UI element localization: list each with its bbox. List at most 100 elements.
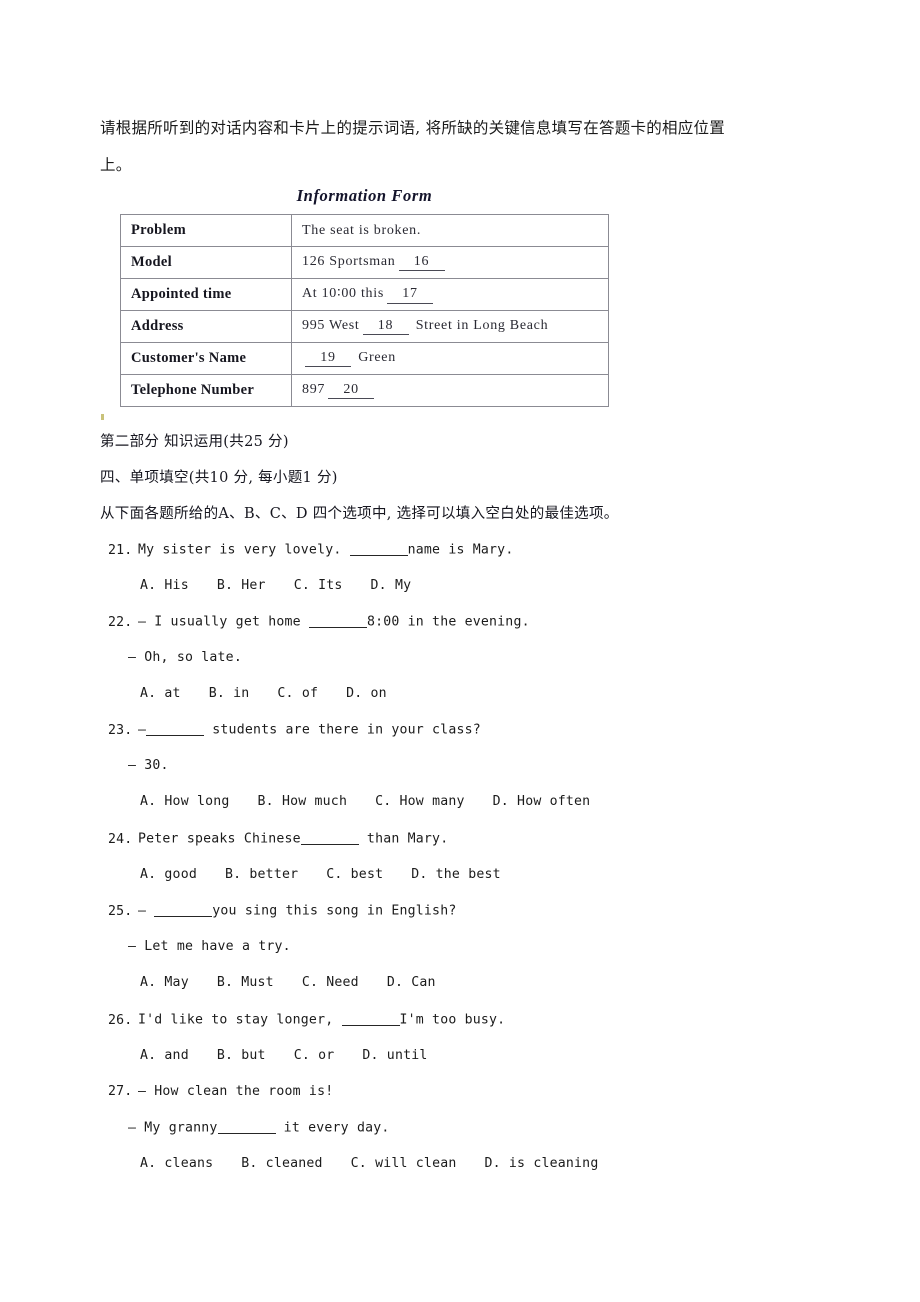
value-text-after-blank: Street in Long Beach [411, 317, 549, 333]
option-choice[interactable]: A. good [140, 867, 197, 882]
question-text-before-blank: My sister is very lovely. [138, 542, 350, 558]
option-choice[interactable]: A. and [140, 1048, 189, 1063]
reply-text-before-blank: — My granny [128, 1120, 218, 1136]
value-text-before-blank: The seat is broken. [302, 222, 422, 238]
information-form-row-label: Customer's Name [120, 342, 292, 375]
option-choice[interactable]: B. in [209, 686, 250, 701]
question-text-before-blank: — [138, 722, 147, 738]
question-options-row: A. at B. in C. of D. on [140, 686, 387, 701]
option-choice[interactable]: D. on [346, 686, 387, 701]
question-stem: 23. — students are there in your class? [108, 722, 481, 738]
information-form-row-label: Appointed time [120, 278, 292, 311]
question-number: 27. [108, 1084, 133, 1099]
question-number: 25. [108, 903, 133, 919]
question-stem: 21. My sister is very lovely. name is Mar… [108, 542, 513, 558]
information-form-row-value: 19 Green [291, 342, 609, 375]
answer-blank-underline [308, 614, 367, 628]
question-stem: 22. — I usually get home 8:00 in the even… [108, 614, 530, 630]
option-choice[interactable]: C. Its [294, 578, 343, 593]
option-choice[interactable]: B. cleaned [241, 1156, 322, 1171]
answer-blank-number: 18 [362, 318, 409, 336]
option-choice[interactable]: A. at [140, 686, 181, 701]
option-choice[interactable]: B. but [217, 1048, 266, 1063]
answer-blank-underline [154, 903, 213, 917]
information-form-row-value: At 10∶00 this 17 [291, 278, 609, 311]
answer-blank-number: 19 [305, 350, 351, 368]
option-choice[interactable]: B. Her [217, 578, 266, 593]
option-choice[interactable]: B. better [225, 867, 298, 882]
scan-artifact-mark [101, 414, 104, 420]
information-form-row-label: Problem [120, 214, 292, 247]
option-choice[interactable]: A. May [140, 975, 189, 990]
information-form-row-label: Model [120, 246, 292, 279]
listening-instruction-paragraph: 请根据所听到的对话内容和卡片上的提示词语, 将所缺的关键信息填写在答题卡的相应位… [100, 119, 725, 174]
information-form-row-value: 995 West 18 Street in Long Beach [291, 310, 609, 343]
option-choice[interactable]: B. Must [217, 975, 274, 990]
reply-text-after-blank: it every day. [275, 1120, 390, 1136]
option-choice[interactable]: D. My [371, 578, 412, 593]
answer-blank-number: 20 [328, 382, 375, 400]
question-number: 22. [108, 614, 133, 630]
answer-blank-underline [341, 1012, 400, 1026]
information-form-row: Address 995 West 18 Street in Long Beach [120, 310, 609, 343]
question-text-after-blank: name is Mary. [407, 542, 514, 558]
question-options-row: A. cleans B. cleaned C. will clean D. is cl… [140, 1156, 598, 1171]
answer-blank-number: 16 [398, 254, 445, 272]
section-heading-part-four: 四、单项填空(共10 分, 每小题1 分) [100, 470, 338, 486]
information-form-row-value: 897 20 [291, 374, 609, 407]
question-text-before-blank: Peter speaks Chinese [138, 831, 301, 847]
reply-text: — Let me have a try. [128, 939, 291, 954]
section-heading-part-two: 第二部分 知识运用(共25 分) [100, 434, 289, 450]
question-text-before-blank: — I usually get home [138, 614, 309, 630]
question-options-row: A. His B. Her C. Its D. My [140, 578, 411, 593]
question-number: 21. [108, 542, 133, 558]
question-reply-line: — Oh, so late. [128, 650, 242, 665]
option-choice[interactable]: A. cleans [140, 1156, 213, 1171]
answer-blank-number: 17 [386, 286, 433, 304]
option-choice[interactable]: D. How often [493, 794, 591, 809]
value-text-before-blank: 897 [302, 381, 326, 397]
reply-text: — Oh, so late. [128, 650, 242, 665]
question-text-after-blank: you sing this song in English? [212, 903, 457, 919]
question-options-row: A. good B. better C. best D. the best [140, 867, 501, 882]
question-text-before-blank: — How clean the room is! [138, 1084, 334, 1099]
information-form-row: Problem The seat is broken. [120, 214, 609, 247]
option-choice[interactable]: C. best [326, 867, 383, 882]
option-choice[interactable]: A. How long [140, 794, 230, 809]
option-choice[interactable]: B. How much [258, 794, 348, 809]
information-form-row: Customer's Name 19 Green [120, 342, 609, 375]
answer-blank-underline [349, 542, 408, 556]
value-text-before-blank: At 10∶00 this [302, 286, 384, 302]
question-stem: 25. — you sing this song in English? [108, 903, 456, 919]
question-options-row: A. and B. but C. or D. until [140, 1048, 428, 1063]
option-choice[interactable]: D. Can [387, 975, 436, 990]
information-form-row-label: Telephone Number [120, 374, 292, 407]
option-choice[interactable]: C. will clean [351, 1156, 457, 1171]
information-form-row: Appointed time At 10∶00 this 17 [120, 278, 609, 311]
option-choice[interactable]: C. or [294, 1048, 335, 1063]
information-form-table: Problem The seat is broken. Model 126 Sport… [120, 214, 609, 407]
reply-text: — 30. [128, 758, 169, 773]
question-text-after-blank: I'm too busy. [399, 1012, 506, 1028]
question-number: 23. [108, 722, 133, 738]
question-text-after-blank: than Mary. [358, 831, 449, 847]
answer-blank-underline [146, 722, 205, 736]
option-choice[interactable]: C. of [277, 686, 318, 701]
option-choice[interactable]: C. Need [302, 975, 359, 990]
question-text-before-blank: — [138, 903, 155, 919]
question-number: 24. [108, 831, 133, 847]
question-stem: 24. Peter speaks Chinese than Mary. [108, 831, 448, 847]
option-choice[interactable]: D. until [362, 1048, 427, 1063]
option-choice[interactable]: A. His [140, 578, 189, 593]
value-text-before-blank: 995 West [302, 317, 360, 333]
information-form-row-value: The seat is broken. [291, 214, 609, 247]
option-choice[interactable]: C. How many [375, 794, 465, 809]
option-choice[interactable]: D. is cleaning [485, 1156, 599, 1171]
question-text-after-blank: 8:00 in the evening. [366, 614, 530, 630]
question-stem: 27. — How clean the room is! [108, 1084, 333, 1099]
information-form-row-value: 126 Sportsman 16 [291, 246, 609, 279]
option-choice[interactable]: D. the best [411, 867, 501, 882]
section-instruction-text: 从下面各题所给的A、B、C、D 四个选项中, 选择可以填入空白处的最佳选项。 [100, 506, 619, 522]
question-reply-line: — My granny it every day. [128, 1120, 390, 1136]
question-options-row: A. How long B. How much C. How many D. How … [140, 794, 590, 809]
